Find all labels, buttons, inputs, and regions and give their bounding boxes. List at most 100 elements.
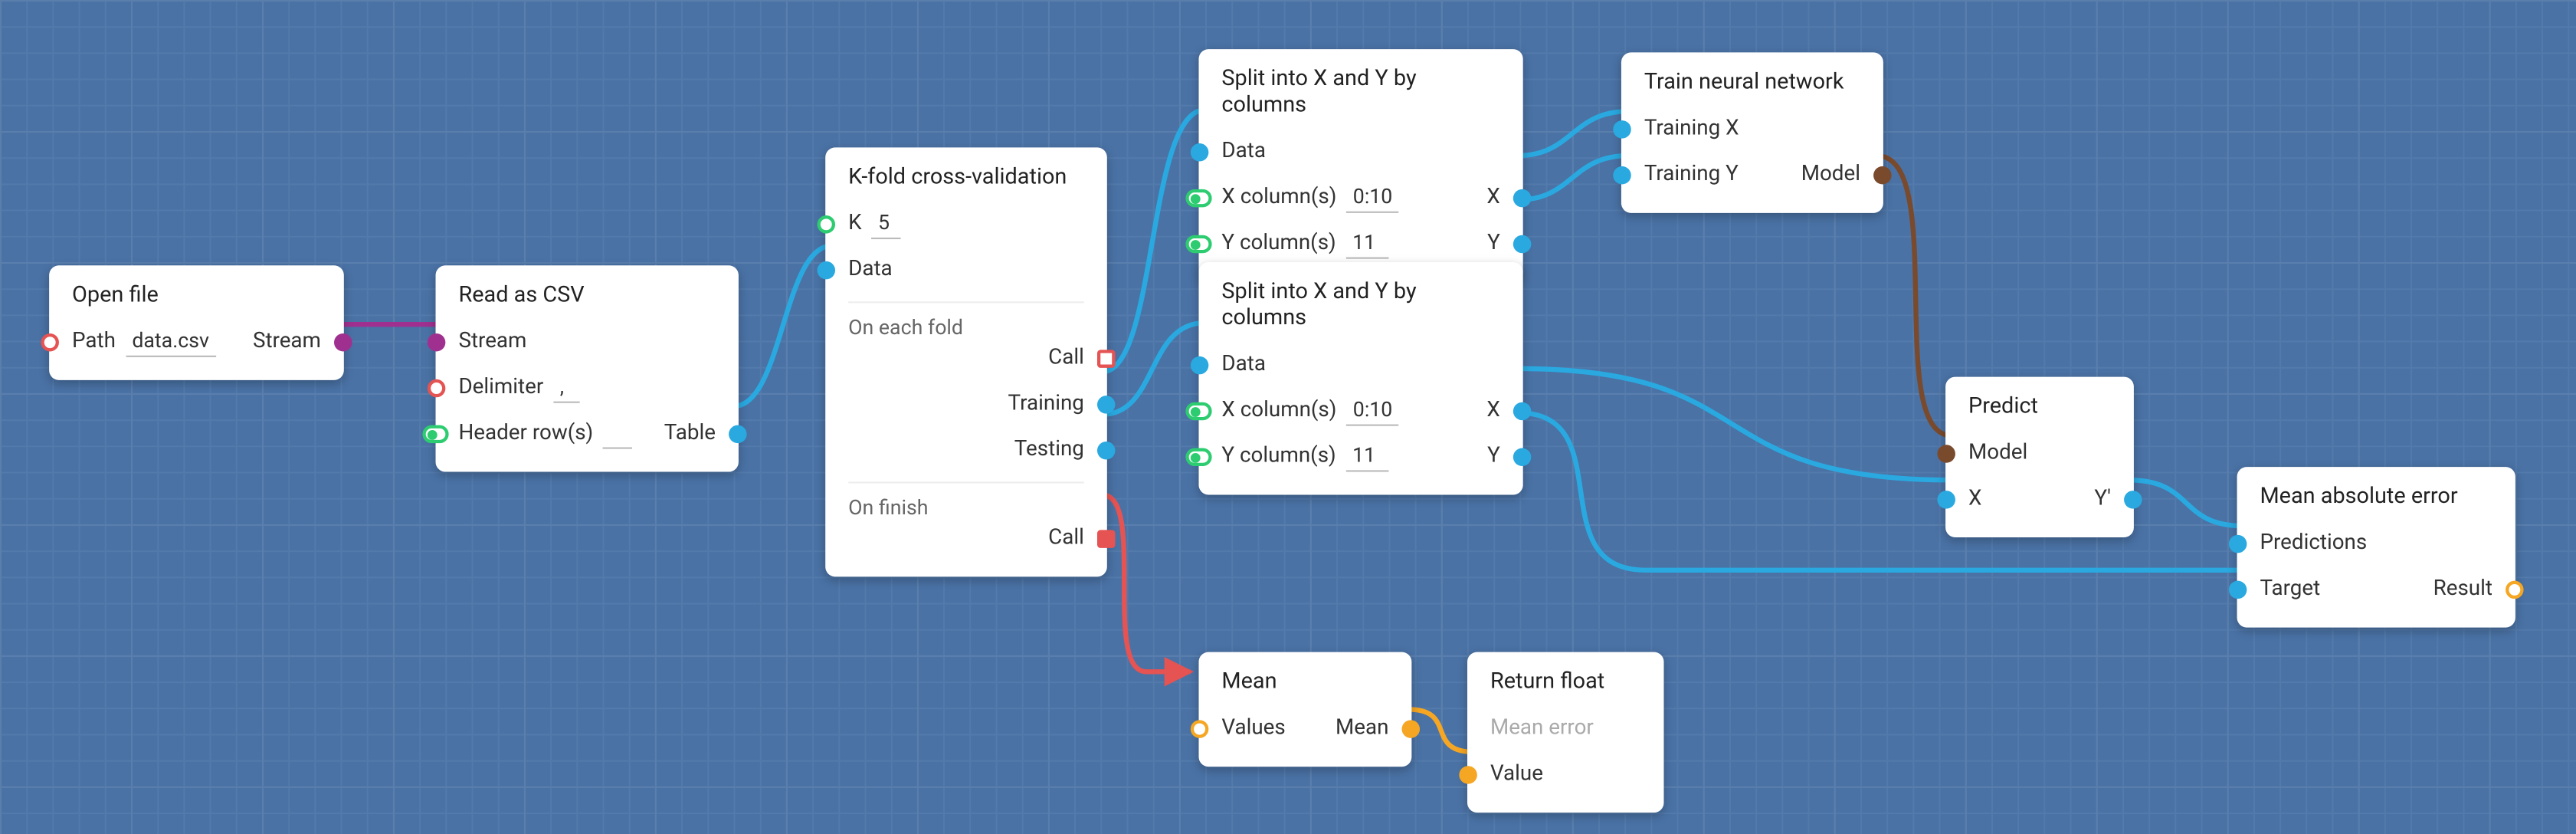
toggle-ycols[interactable] [1185, 235, 1211, 254]
node-mae[interactable]: Mean absolute error Predictions Target R… [2237, 467, 2515, 627]
port-table-out[interactable] [729, 425, 747, 444]
port-x-out[interactable] [1513, 189, 1532, 208]
node-title: Train neural network [1644, 69, 1860, 95]
edge-e6 [1518, 156, 1627, 200]
input-k[interactable]: 5 [871, 210, 900, 239]
input-ycols[interactable]: 11 [1346, 442, 1389, 471]
node-split-2[interactable]: Split into X and Y by columns Data X col… [1199, 262, 1523, 494]
label-xcols: X column(s) [1221, 180, 1336, 216]
port-mean-out[interactable] [1402, 720, 1421, 738]
label-ycols: Y column(s) [1221, 226, 1336, 262]
node-read-csv[interactable]: Read as CSV Stream Delimiter , Header ro… [436, 265, 739, 471]
node-title: Mean absolute error [2260, 484, 2492, 510]
label-x-out: X [1457, 180, 1500, 216]
node-return-float[interactable]: Return float Mean error Value [1467, 652, 1663, 813]
edge-e4 [1102, 323, 1205, 415]
label-data: Data [1221, 347, 1266, 383]
edge-e8 [1518, 369, 1952, 480]
label-target: Target [2260, 572, 2320, 608]
label-training: Training [978, 386, 1084, 422]
node-kfold[interactable]: K-fold cross-validation K 5 Data On each… [825, 147, 1107, 576]
port-k-ring[interactable] [818, 215, 836, 234]
node-title: Split into X and Y by columns [1221, 278, 1499, 330]
label-y-out: Y [1458, 226, 1500, 262]
label-on-finish: On finish [848, 481, 1084, 520]
node-title: Read as CSV [458, 282, 716, 308]
port-target-in[interactable] [2229, 581, 2247, 599]
port-result-out[interactable] [2506, 581, 2524, 599]
port-y-out[interactable] [1513, 235, 1532, 254]
label-mean-out: Mean [1306, 711, 1388, 747]
label-testing: Testing [985, 432, 1084, 468]
placeholder-name[interactable]: Mean error [1490, 711, 1641, 747]
edge-e5 [1518, 111, 1627, 156]
label-table-out: Table [634, 416, 716, 452]
input-xcols[interactable]: 0:10 [1346, 183, 1399, 212]
input-xcols[interactable]: 0:10 [1346, 396, 1399, 425]
node-title: Split into X and Y by columns [1221, 65, 1499, 117]
node-split-1[interactable]: Split into X and Y by columns Data X col… [1199, 49, 1523, 281]
port-stream-in[interactable] [428, 333, 446, 352]
label-result-out: Result [2404, 572, 2492, 608]
port-train-y[interactable] [1613, 166, 1631, 185]
port-train-x[interactable] [1613, 120, 1631, 139]
label-train-x: Training X [1644, 111, 1739, 147]
port-path-ring[interactable] [41, 333, 59, 352]
node-mean[interactable]: Mean Values Mean [1199, 652, 1412, 767]
port-testing-out[interactable] [1097, 442, 1116, 460]
label-y-out: Y [1458, 439, 1500, 475]
port-values-in[interactable] [1191, 720, 1209, 738]
port-y-out[interactable] [1513, 448, 1532, 467]
node-open-file[interactable]: Open file Path data.csv Stream [49, 265, 344, 380]
label-x-in: X [1968, 481, 1981, 517]
label-train-y: Training Y [1644, 157, 1739, 193]
label-ycols: Y column(s) [1221, 439, 1336, 475]
toggle-xcols[interactable] [1185, 189, 1211, 208]
input-delimiter[interactable]: , [553, 373, 579, 402]
port-x-in[interactable] [1937, 491, 1955, 509]
label-k: K [848, 206, 861, 242]
port-stream-out[interactable] [334, 333, 352, 352]
node-predict[interactable]: Predict Model X Y' [1945, 377, 2134, 537]
label-x-out: X [1457, 393, 1500, 429]
port-training-out[interactable] [1097, 396, 1116, 414]
label-stream-out: Stream [223, 324, 320, 360]
toggle-xcols[interactable] [1185, 402, 1211, 421]
node-title: Mean [1221, 668, 1388, 694]
port-data-in[interactable] [1191, 356, 1209, 375]
label-model-in: Model [1968, 436, 2027, 472]
label-data: Data [1221, 134, 1266, 170]
label-call: Call [1019, 341, 1084, 377]
label-value: Value [1490, 757, 1543, 793]
port-x-out[interactable] [1513, 402, 1532, 421]
node-title: Return float [1490, 668, 1641, 694]
label-model-out: Model [1771, 157, 1860, 193]
node-train-nn[interactable]: Train neural network Training X Training… [1621, 52, 1883, 212]
input-ycols[interactable]: 11 [1346, 229, 1389, 258]
input-path[interactable]: data.csv [126, 327, 216, 356]
label-yprime-out: Y' [2065, 481, 2111, 517]
edge-e9 [2129, 480, 2243, 526]
node-title: K-fold cross-validation [848, 164, 1084, 190]
label-xcols: X column(s) [1221, 393, 1336, 429]
port-model-in[interactable] [1937, 445, 1955, 463]
port-predictions-in[interactable] [2229, 535, 2247, 553]
port-model-out[interactable] [1873, 166, 1892, 185]
node-title: Predict [1968, 393, 2111, 419]
label-stream-in: Stream [458, 324, 526, 360]
flow-canvas[interactable]: Open file Path data.csv Stream Read as C… [0, 0, 2576, 834]
port-yprime-out[interactable] [2124, 491, 2142, 509]
port-data-in[interactable] [1191, 143, 1209, 162]
port-delimiter-ring[interactable] [428, 379, 446, 398]
label-delimiter: Delimiter [458, 370, 543, 406]
edge-e7 [1876, 156, 1952, 435]
input-header[interactable] [603, 419, 632, 448]
toggle-header[interactable] [422, 425, 448, 444]
node-title: Open file [72, 282, 321, 308]
port-call-finish[interactable] [1097, 530, 1116, 548]
toggle-ycols[interactable] [1185, 448, 1211, 467]
port-call-each[interactable] [1097, 350, 1116, 368]
label-values: Values [1221, 711, 1285, 747]
port-value-in[interactable] [1459, 766, 1477, 784]
port-data-in[interactable] [818, 261, 836, 280]
